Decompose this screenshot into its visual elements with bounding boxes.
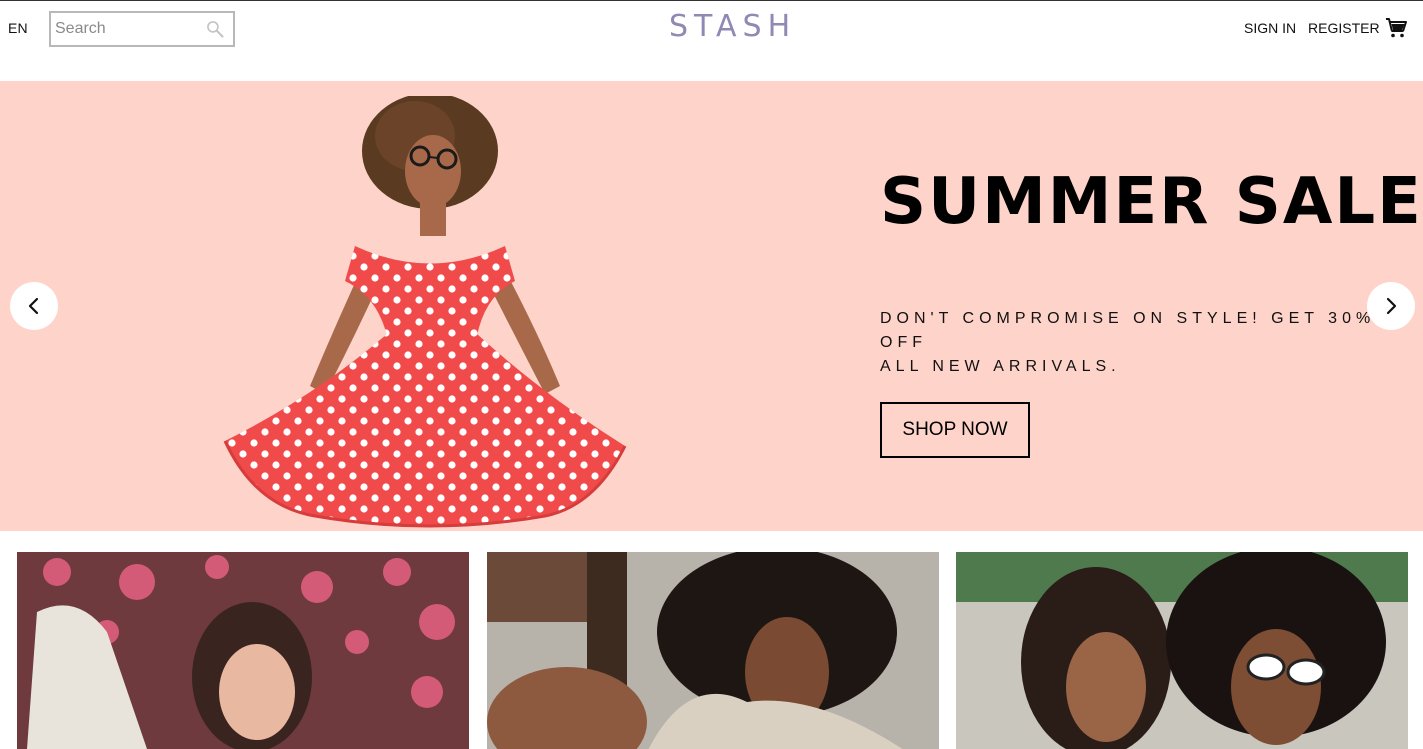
hero-banner: SUMMER SALE DON'T COMPROMISE ON STYLE! G… — [0, 81, 1423, 531]
site-header: EN STASH SIGN IN REGISTER — [0, 0, 1423, 81]
search-input[interactable] — [55, 17, 205, 41]
category-image-two-women — [956, 552, 1408, 749]
chevron-right-icon — [1386, 297, 1397, 315]
carousel-prev-button[interactable] — [10, 282, 58, 330]
search-icon[interactable] — [205, 19, 225, 39]
hero-subtitle: DON'T COMPROMISE ON STYLE! GET 30% OFF A… — [880, 310, 1376, 375]
register-link[interactable]: REGISTER — [1308, 20, 1380, 36]
category-card-blossom[interactable] — [17, 552, 469, 749]
site-logo[interactable]: STASH — [669, 9, 796, 45]
category-card-sunglasses[interactable] — [956, 552, 1408, 749]
shop-now-button[interactable]: SHOP NOW — [880, 402, 1030, 458]
shopping-cart-icon[interactable] — [1384, 16, 1408, 40]
language-selector[interactable]: EN — [8, 20, 28, 36]
logo-text: STASH — [669, 9, 797, 44]
carousel-next-button[interactable] — [1367, 282, 1415, 330]
sign-in-link[interactable]: SIGN IN — [1244, 20, 1296, 36]
chevron-left-icon — [28, 297, 39, 315]
category-image-woman-sweater — [487, 552, 939, 749]
category-image-woman-blossom — [17, 552, 469, 749]
category-card-sweater[interactable] — [487, 552, 939, 749]
search-box[interactable] — [49, 11, 235, 47]
hero-title: SUMMER SALE — [880, 165, 1423, 239]
hero-image — [223, 96, 627, 528]
